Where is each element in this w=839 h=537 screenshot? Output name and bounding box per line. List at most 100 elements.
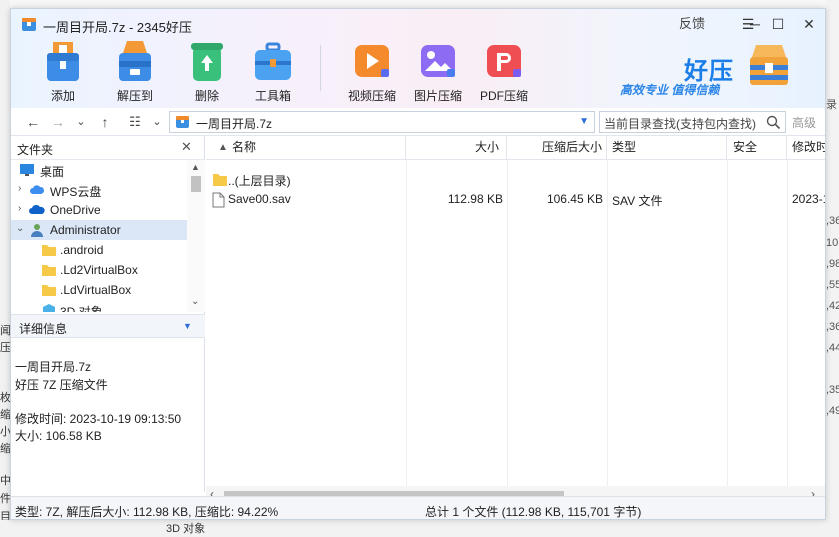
image-compress-label: 图片压缩 xyxy=(413,89,462,103)
address-bar-row: ← → ⌄ ↑ ☷ ⌄ 一周目开局.7z ▼ 当前目录查找(支持包内查找) 高级 xyxy=(11,108,825,136)
address-dropdown-icon[interactable]: ▼ xyxy=(579,116,589,127)
search-icon[interactable] xyxy=(766,115,781,130)
bg-text: 枚 xyxy=(0,392,10,404)
video-compress-icon xyxy=(355,45,389,77)
folder-panel-title: 文件夹 xyxy=(17,143,54,157)
bg-text: ,44 xyxy=(826,342,839,354)
bg-text: 缩 xyxy=(0,409,10,421)
bg-text: 缩 xyxy=(0,443,10,455)
extract-to-label: 解压到 xyxy=(116,89,153,103)
tree-item-3d-objects[interactable]: 3D 对象 xyxy=(11,300,187,312)
forward-arrow-icon[interactable]: → xyxy=(48,112,68,132)
details-dropdown-icon[interactable]: ▼ xyxy=(183,321,192,331)
folder-panel-header: 文件夹 ✕ xyxy=(11,136,205,160)
collapse-arrow-icon[interactable]: ⌄ xyxy=(16,223,24,234)
bg-text: 闻 xyxy=(0,325,10,337)
bg-text: ,55 xyxy=(826,279,839,291)
tree-item-administrator[interactable]: ⌄ Administrator xyxy=(11,220,187,240)
close-panel-icon[interactable]: ✕ xyxy=(181,139,192,155)
tree-item-ld2virtualbox[interactable]: .Ld2VirtualBox xyxy=(11,260,187,280)
address-input[interactable]: 一周目开局.7z ▼ xyxy=(169,111,595,133)
toolbar-area: 一周目开局.7z - 2345好压 反馈 ☰ ─ ☐ ✕ 添加 解压到 删除 工… xyxy=(11,9,825,108)
minimize-icon[interactable]: ─ xyxy=(743,13,767,35)
up-arrow-icon[interactable]: ↑ xyxy=(95,112,115,132)
tree-item-android[interactable]: .android xyxy=(11,240,187,260)
details-filename: 一周目开局.7z xyxy=(15,360,92,374)
scroll-down-icon[interactable]: ⌄ xyxy=(191,296,199,307)
add-button[interactable]: 添加 xyxy=(33,39,93,103)
scroll-thumb[interactable] xyxy=(191,176,201,192)
delete-button[interactable]: 删除 xyxy=(177,39,237,103)
column-header-size[interactable]: 大小 xyxy=(406,136,507,160)
extract-to-button[interactable]: 解压到 xyxy=(105,39,165,103)
view-mode-icon[interactable]: ☷ xyxy=(125,112,145,132)
pdf-compress-label: PDF压缩 xyxy=(479,89,528,103)
search-input[interactable]: 当前目录查找(支持包内查找) xyxy=(599,111,786,133)
pdf-compress-button[interactable]: PDF压缩 xyxy=(474,39,534,103)
column-header-packed-size[interactable]: 压缩后大小 xyxy=(507,136,607,160)
bg-text: ,36 xyxy=(826,215,839,227)
extract-to-icon xyxy=(119,41,151,81)
bg-text: ,36 xyxy=(826,321,839,333)
details-header[interactable]: 详细信息 ▼ xyxy=(11,314,205,338)
tree-item-label: .Ld2VirtualBox xyxy=(60,263,138,277)
desktop-icon xyxy=(20,164,34,176)
add-archive-icon xyxy=(47,42,79,81)
folder-icon xyxy=(42,245,56,256)
tree-item-desktop[interactable]: 桌面 xyxy=(11,160,187,180)
cloud-icon xyxy=(30,185,45,194)
close-icon[interactable]: ✕ xyxy=(797,13,821,35)
tree-item-onedrive[interactable]: › OneDrive xyxy=(11,200,187,220)
tree-item-wps-cloud[interactable]: › WPS云盘 xyxy=(11,180,187,200)
toolbar-separator xyxy=(320,45,321,91)
column-header-security[interactable]: 安全 xyxy=(727,136,787,160)
bg-text: ,49 xyxy=(826,405,839,417)
tree-item-label: .android xyxy=(60,243,104,257)
scroll-up-icon[interactable]: ▲ xyxy=(191,162,200,172)
image-compress-button[interactable]: 图片压缩 xyxy=(408,39,468,103)
status-bar: 类型: 7Z, 解压后大小: 112.98 KB, 压缩比: 94.22% 总计… xyxy=(11,496,825,519)
history-dropdown-icon[interactable]: ⌄ xyxy=(71,112,91,132)
expand-arrow-icon[interactable]: › xyxy=(18,203,21,214)
toolbox-button[interactable]: 工具箱 xyxy=(243,39,303,103)
background-left-window: 闻 压 枚 缩 小 缩 中 件 目 对 xyxy=(0,0,10,537)
bg-text: 3D 对象 xyxy=(166,523,206,535)
delete-label: 删除 xyxy=(194,89,219,103)
table-row[interactable]: Save00.sav 112.98 KB 106.45 KB SAV 文件 20… xyxy=(206,189,825,211)
tree-item-ldvirtualbox[interactable]: .LdVirtualBox xyxy=(11,280,187,300)
bg-text: 10 xyxy=(826,237,839,249)
column-header-label: 大小 xyxy=(474,140,499,154)
column-header-modified[interactable]: 修改时 xyxy=(787,136,826,160)
add-label: 添加 xyxy=(50,89,75,103)
tree-item-label: OneDrive xyxy=(50,203,101,217)
user-icon xyxy=(31,224,43,237)
tree-item-label: 3D 对象 xyxy=(60,305,103,312)
search-placeholder: 当前目录查找(支持包内查找) xyxy=(604,117,756,131)
brand-slogan: 高效专业 值得信赖 xyxy=(620,83,720,97)
window-title: 一周目开局.7z - 2345好压 xyxy=(43,20,192,35)
feedback-link[interactable]: 反馈 xyxy=(678,13,706,35)
file-name: Save00.sav xyxy=(228,192,291,206)
file-list: ▲ 名称 大小 压缩后大小 类型 安全 修改时 ..(上层目录) Save00.… xyxy=(206,136,826,504)
folder-panel: 文件夹 ✕ 桌面 › WPS云盘 › OneDrive ⌄ Administra… xyxy=(11,136,205,492)
column-header-name[interactable]: ▲ 名称 xyxy=(206,136,406,160)
parent-directory-label: ..(上层目录) xyxy=(228,174,291,188)
back-arrow-icon[interactable]: ← xyxy=(23,112,43,132)
folder-tree-scrollbar[interactable]: ▲ ⌄ xyxy=(187,160,205,312)
haozip-logo-icon xyxy=(22,18,36,31)
column-header-label: 名称 xyxy=(232,140,257,154)
status-total-info: 总计 1 个文件 (112.98 KB, 115,701 字节) xyxy=(425,505,642,519)
video-compress-button[interactable]: 视频压缩 xyxy=(342,39,402,103)
column-header-label: 修改时 xyxy=(792,140,826,154)
folder-icon xyxy=(42,265,56,276)
parent-directory-row[interactable]: ..(上层目录) xyxy=(206,169,825,191)
haozip-box-icon xyxy=(750,45,788,85)
expand-arrow-icon[interactable]: › xyxy=(18,183,21,194)
maximize-icon[interactable]: ☐ xyxy=(766,13,790,35)
details-modified: 修改时间: 2023-10-19 09:13:50 xyxy=(15,412,182,426)
onedrive-icon xyxy=(29,204,45,214)
advanced-search-link[interactable]: 高级 xyxy=(792,114,816,131)
column-header-type[interactable]: 类型 xyxy=(607,136,727,160)
view-dropdown-icon[interactable]: ⌄ xyxy=(147,112,167,132)
bg-text: 录 xyxy=(826,99,837,111)
